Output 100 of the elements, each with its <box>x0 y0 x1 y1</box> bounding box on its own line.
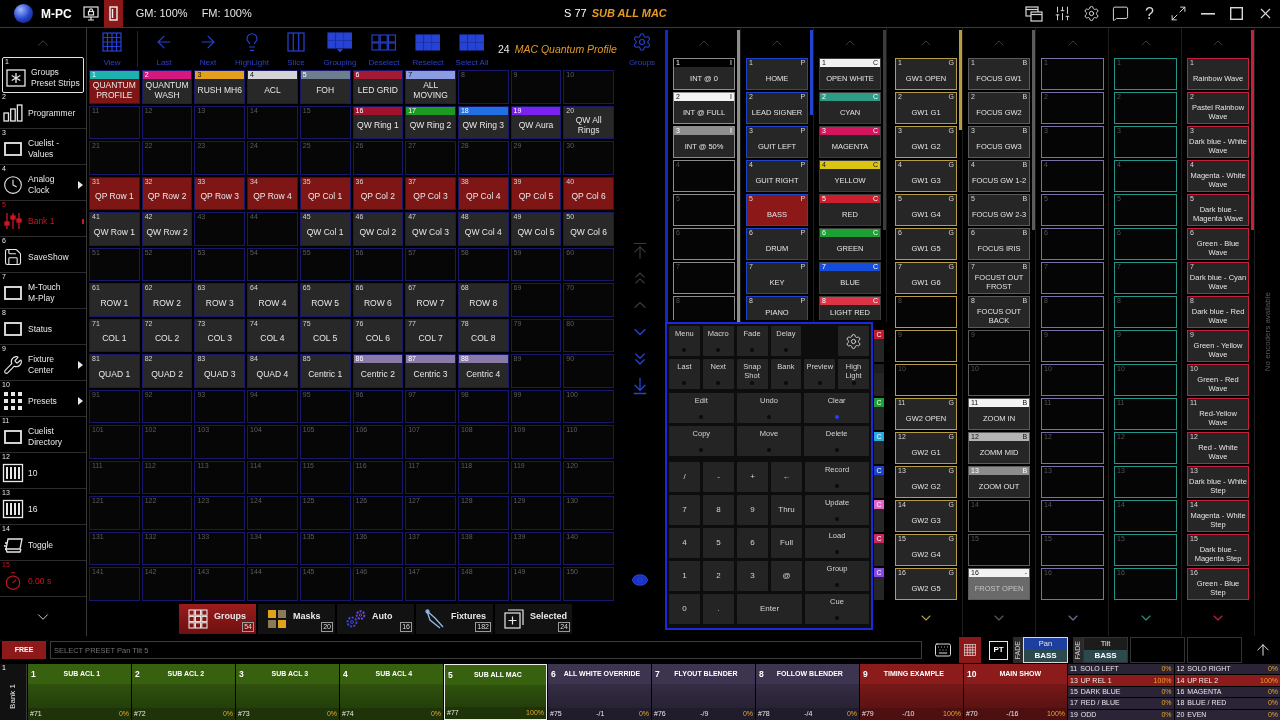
executor-number: 2 <box>135 667 140 681</box>
add-square-icon <box>504 609 524 629</box>
selection-name: MAC Quantum Profile <box>514 42 617 57</box>
group-label: QUAD 2 <box>151 369 183 380</box>
keypad-key[interactable]: 4 <box>669 528 700 558</box>
keypad-key[interactable]: ← <box>771 462 802 492</box>
active-cuelist-name: SUB ALL MAC <box>591 6 667 22</box>
group-label: COL 1 <box>102 333 127 344</box>
grid-icon <box>964 644 976 656</box>
door-button[interactable] <box>103 0 123 28</box>
grid-dropdown-icon <box>327 31 353 53</box>
group-label: ROW 6 <box>363 297 392 308</box>
group-label: QUANTUM PROFILE <box>92 79 137 100</box>
tool-icon <box>424 609 446 629</box>
group-label: Centric 4 <box>466 369 501 380</box>
group-label: QP Col 2 <box>360 191 396 202</box>
keypad-key[interactable]: Thru <box>771 495 802 525</box>
screen-icon <box>2 319 24 339</box>
empty-encoder-slot <box>1130 637 1185 663</box>
grand-master-reading: GM: 100% <box>135 6 188 22</box>
grid-icon <box>188 609 208 629</box>
eye-icon[interactable] <box>629 571 651 589</box>
encoder-note: No encoders available <box>1261 292 1273 372</box>
item-label: Programmer <box>28 107 77 119</box>
group-label: QP Row 3 <box>200 191 240 202</box>
executor-number: 3 <box>239 667 244 681</box>
screen-icon <box>2 283 24 303</box>
clock-icon <box>3 175 23 195</box>
filled-grid-icon <box>415 33 441 51</box>
keypad-key[interactable]: 5 <box>703 528 734 558</box>
keypad-key[interactable]: Enter <box>737 594 802 624</box>
keypad-key[interactable]: . <box>703 594 734 624</box>
fader-bank-icon <box>2 463 24 483</box>
group-label: QW Row 1 <box>93 226 135 237</box>
group-label: QUANTUM WASH <box>144 79 190 100</box>
group-label: RUSH MH6 <box>197 84 242 95</box>
selection-count: 24 <box>498 42 510 57</box>
wrench-icon <box>3 355 23 375</box>
group-label: QW Col 5 <box>517 226 555 237</box>
group-label: ALL MOVING <box>412 79 449 100</box>
item-label: Cuelist Directory <box>28 426 63 448</box>
group-label: COL 5 <box>313 333 338 344</box>
bar-chart-icon <box>2 103 24 123</box>
keypad-key[interactable]: / <box>669 462 700 492</box>
executor-number: 9 <box>863 667 868 681</box>
keypad-key[interactable]: + <box>737 462 768 492</box>
item-label: Analog Clock <box>28 174 56 196</box>
pt-button[interactable]: PT <box>989 640 1008 660</box>
group-label: COL 3 <box>207 333 232 344</box>
item-label: 0.00 s <box>28 575 53 587</box>
fader-bank-icon <box>2 499 24 519</box>
dot-grid-icon <box>2 391 24 411</box>
keypad-key[interactable]: 6 <box>737 528 768 558</box>
group-label: QP Col 1 <box>307 191 343 202</box>
group-label: QW Col 1 <box>306 226 344 237</box>
logo-icon <box>14 4 33 23</box>
grid-view-button[interactable] <box>959 637 981 663</box>
help-button[interactable]: ? <box>1135 0 1164 28</box>
minimize-icon <box>1200 12 1215 15</box>
item-label: 10 <box>28 467 39 479</box>
group-label: ROW 1 <box>100 297 129 308</box>
keypad-key[interactable]: 9 <box>737 495 768 525</box>
group-label: QP Row 1 <box>95 191 134 202</box>
keypad-key[interactable]: 8 <box>703 495 734 525</box>
keypad-key[interactable]: @ <box>771 561 802 591</box>
item-label: Bank 1 <box>28 215 56 227</box>
keypad-key[interactable]: Full <box>771 528 802 558</box>
outlined-grid-icon <box>371 33 397 51</box>
keypad-key[interactable]: 3 <box>737 561 768 591</box>
group-label: QW Col 4 <box>464 226 502 237</box>
group-label: Centric 1 <box>308 369 343 380</box>
keypad-key[interactable]: - <box>703 462 734 492</box>
keypad-key[interactable]: 1 <box>669 561 700 591</box>
group-label: ROW 5 <box>311 297 340 308</box>
flash-master-reading: FM: 100% <box>201 6 252 22</box>
keypad-settings-button[interactable] <box>838 326 869 356</box>
executor-number: 4 <box>343 667 348 681</box>
item-label: Groups Preset Strips <box>31 66 81 89</box>
group-label: ROW 4 <box>258 297 287 308</box>
group-label: QUAD 3 <box>203 369 236 380</box>
keypad-key[interactable]: 2 <box>703 561 734 591</box>
keypad-key[interactable]: 0 <box>669 594 700 624</box>
columns-icon <box>287 32 305 52</box>
executor-number: 10 <box>967 667 977 681</box>
keypad-key[interactable]: 7 <box>669 495 700 525</box>
group-label: QP Col 4 <box>466 191 501 202</box>
door-icon <box>108 6 118 21</box>
group-label: QW Ring 2 <box>409 120 452 131</box>
group-label: QW All Rings <box>574 115 603 136</box>
group-label: COL 2 <box>154 333 180 344</box>
settings-icon <box>632 32 652 52</box>
group-label: QW Row 2 <box>146 226 188 237</box>
expand-up-button[interactable] <box>1254 641 1272 659</box>
group-label: ACL <box>264 84 281 95</box>
executor-number: 8 <box>759 667 764 681</box>
maximize-icon <box>1230 7 1243 20</box>
preset-button-edge[interactable] <box>874 364 884 396</box>
item-label: Presets <box>28 395 58 407</box>
item-label: Fixture Center <box>28 354 55 376</box>
group-label: ROW 2 <box>153 297 181 308</box>
